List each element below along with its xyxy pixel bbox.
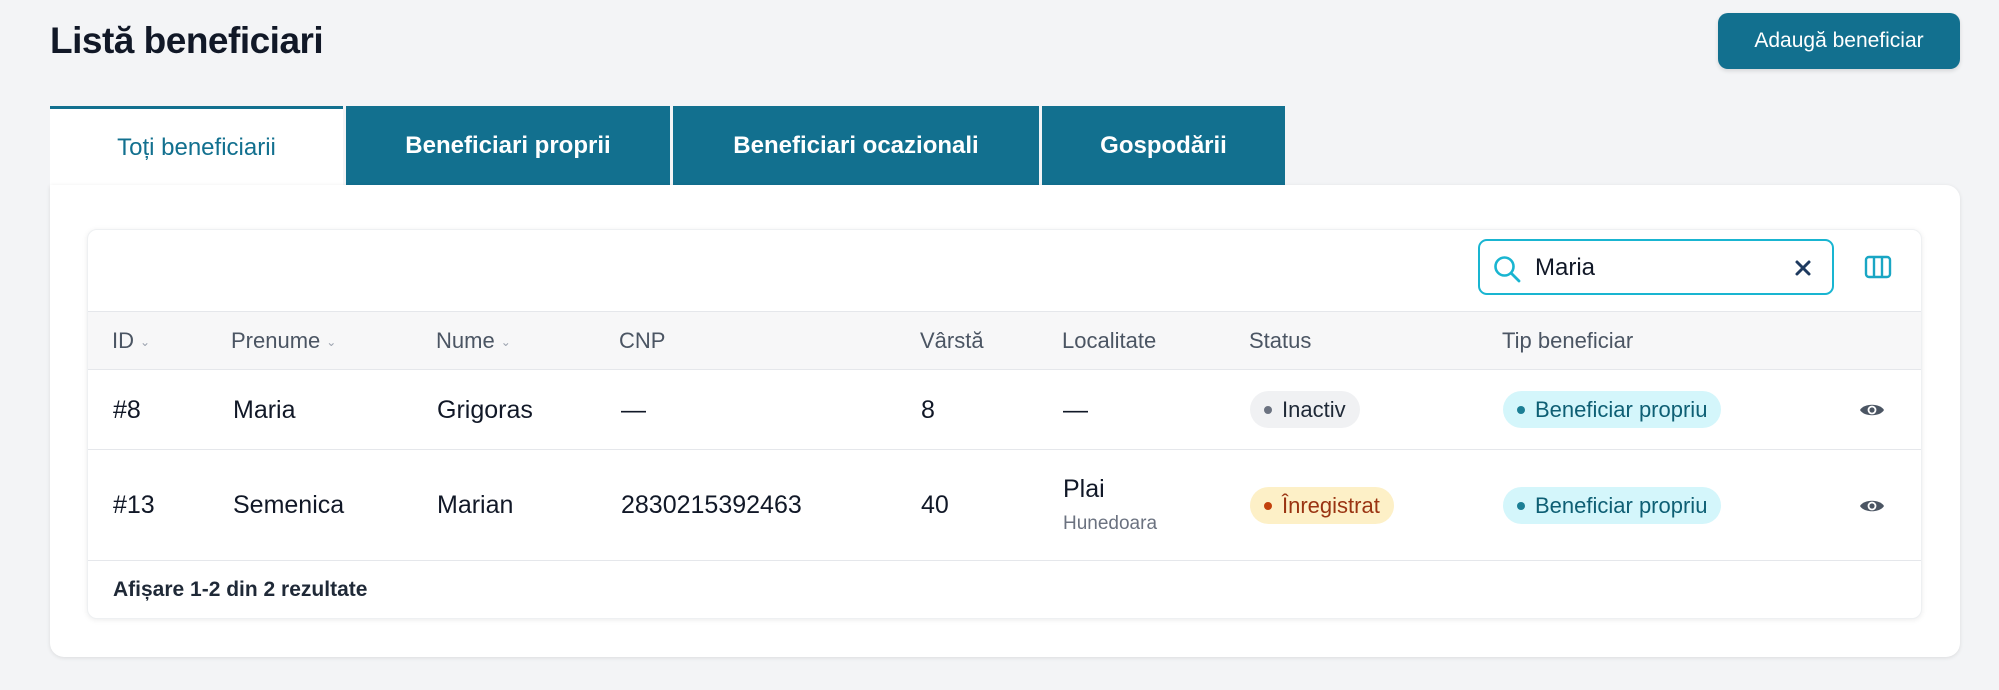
page-title: Listă beneficiari <box>50 20 324 61</box>
view-icon[interactable] <box>1859 496 1885 516</box>
table-row[interactable]: #8 Maria Grigoras — 8 — Inactiv Benefici… <box>88 370 1921 450</box>
type-dot <box>1517 405 1525 414</box>
chevron-down-icon: ⌄ <box>326 335 337 349</box>
column-header-nume[interactable]: Nume ⌄ <box>436 312 511 369</box>
cell-judet: Hunedoara <box>1063 513 1158 534</box>
cell-nume: Marian <box>437 491 514 519</box>
type-badge: Beneficiar propriu <box>1503 391 1722 428</box>
table-row[interactable]: #13 Semenica Marian 2830215392463 40 Pla… <box>88 451 1921 561</box>
tab-all-beneficiaries[interactable]: Toți beneficiarii <box>50 106 343 186</box>
search-box <box>1478 239 1834 295</box>
column-header-localitate: Localitate <box>1062 328 1157 353</box>
view-icon[interactable] <box>1859 400 1885 420</box>
search-input[interactable] <box>1535 251 1775 285</box>
results-summary: Afișare 1-2 din 2 rezultate <box>113 578 368 601</box>
columns-icon[interactable] <box>1864 254 1892 280</box>
cell-varsta: 40 <box>921 491 949 519</box>
close-icon[interactable] <box>1792 257 1814 279</box>
column-header-tip: Tip beneficiar <box>1502 328 1634 353</box>
cell-localitate: — <box>1063 396 1088 424</box>
column-header-varsta: Vârstă <box>920 328 984 353</box>
chevron-down-icon: ⌄ <box>500 335 511 349</box>
column-header-status: Status <box>1249 328 1312 353</box>
cell-varsta: 8 <box>921 396 935 424</box>
cell-prenume: Maria <box>233 396 296 424</box>
status-badge: Inactiv <box>1250 391 1360 428</box>
chevron-down-icon: ⌄ <box>140 335 151 349</box>
cell-cnp: 2830215392463 <box>621 491 802 519</box>
cell-nume: Grigoras <box>437 396 533 424</box>
type-badge: Beneficiar propriu <box>1503 487 1722 524</box>
status-badge: Înregistrat <box>1250 487 1394 524</box>
cell-id: #8 <box>113 396 141 424</box>
tab-households[interactable]: Gospodării <box>1042 106 1285 186</box>
column-header-cnp: CNP <box>619 328 666 353</box>
search-icon <box>1494 256 1521 283</box>
cell-cnp: — <box>621 396 646 424</box>
column-header-prenume[interactable]: Prenume ⌄ <box>231 312 336 369</box>
add-beneficiary-button[interactable]: Adaugă beneficiar <box>1718 13 1960 69</box>
tab-own-beneficiaries[interactable]: Beneficiari proprii <box>346 106 670 186</box>
status-dot <box>1264 501 1272 510</box>
tab-occasional-beneficiaries[interactable]: Beneficiari ocazionali <box>673 106 1039 186</box>
column-header-id[interactable]: ID ⌄ <box>112 312 150 369</box>
cell-id: #13 <box>113 491 155 519</box>
cell-prenume: Semenica <box>233 491 345 519</box>
status-dot <box>1264 405 1272 414</box>
type-dot <box>1517 501 1525 510</box>
table-header: ID ⌄ Prenume ⌄ Nume ⌄ CNP Vârstă Localitate… <box>88 311 1921 370</box>
cell-localitate: Plai <box>1063 475 1105 503</box>
tab-bar: Toți beneficiarii Beneficiari proprii Be… <box>50 106 1288 186</box>
